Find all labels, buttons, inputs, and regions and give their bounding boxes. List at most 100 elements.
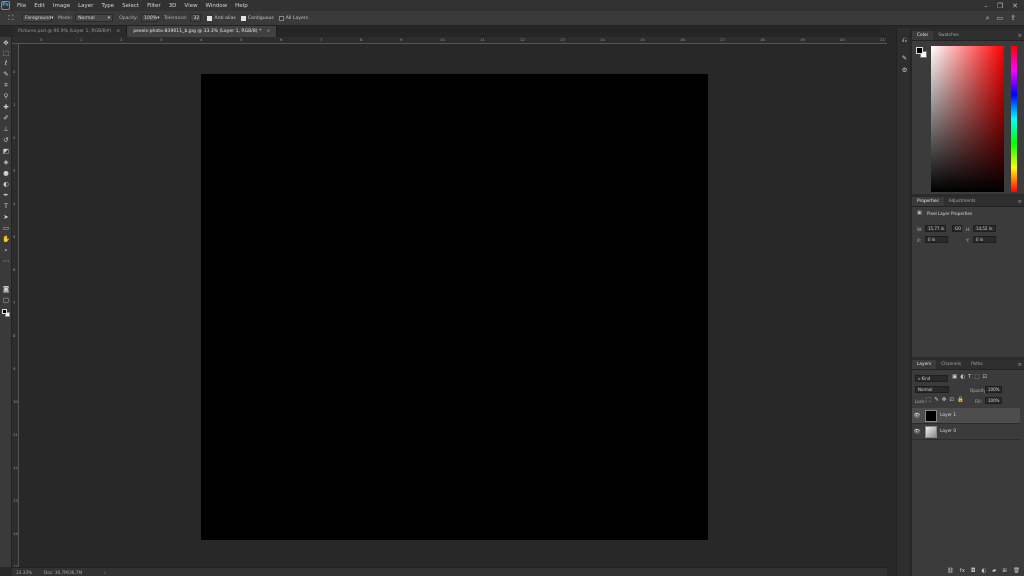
tab-pictures-psd[interactable]: Pictures.psd @ 90.9% (Layer 1, RGB/8#) × xyxy=(12,26,128,37)
layer-row[interactable]: 👁 Layer 0 xyxy=(912,424,1020,440)
tab-color[interactable]: Color xyxy=(912,31,934,40)
panel-menu-icon[interactable]: ≡ xyxy=(1018,199,1022,205)
menu-select[interactable]: Select xyxy=(118,3,143,9)
panel-menu-icon[interactable]: ≡ xyxy=(1018,362,1022,368)
workspace-icon[interactable]: ▭ xyxy=(997,14,1004,23)
height-input[interactable]: 14,52 in xyxy=(973,225,996,232)
new-layer-icon[interactable]: ⊞ xyxy=(1002,568,1007,574)
hand-tool-icon[interactable]: ✋ xyxy=(1,235,11,244)
opacity-input[interactable]: 100% ▾ xyxy=(140,14,159,22)
type-tool-icon[interactable]: T xyxy=(1,202,11,211)
pen-tool-icon[interactable]: ✒ xyxy=(1,191,11,200)
layer-filter-icons[interactable]: ▣◐T⬚⊡ xyxy=(952,374,990,380)
tab-channels[interactable]: Channels xyxy=(936,360,966,369)
tab-layers[interactable]: Layers xyxy=(912,360,937,369)
close-tab-icon[interactable]: × xyxy=(266,29,270,34)
fx-icon[interactable]: fx xyxy=(960,568,965,574)
quick-mask-icon[interactable]: ◙ xyxy=(1,285,11,294)
tab-properties[interactable]: Properties xyxy=(912,197,944,206)
checkbox-checked-icon xyxy=(240,15,246,21)
path-selection-tool-icon[interactable]: ➤ xyxy=(1,213,11,222)
height-label: H: xyxy=(966,227,971,232)
brushes-icon[interactable]: ✎ xyxy=(900,54,909,62)
layer-opacity-input[interactable]: 100% xyxy=(985,386,1002,393)
panel-menu-icon[interactable]: ≡ xyxy=(1018,33,1022,39)
adjust-icon[interactable]: ⚙ xyxy=(900,66,909,74)
zoom-level[interactable]: 33.33% xyxy=(16,570,32,575)
anti-alias-checkbox[interactable]: Anti-alias xyxy=(207,15,236,21)
clone-stamp-tool-icon[interactable]: ⊥ xyxy=(1,125,11,134)
chevron-right-icon[interactable]: › xyxy=(104,570,106,575)
menu-3d[interactable]: 3D xyxy=(165,3,181,9)
foreground-color-swatch[interactable] xyxy=(2,309,7,314)
lock-icons[interactable]: ⬚✎✥⊡🔒 xyxy=(926,397,967,403)
menu-image[interactable]: Image xyxy=(49,3,74,9)
brush-tool-icon[interactable]: ✐ xyxy=(1,114,11,123)
mode-select[interactable]: Normal ▾ xyxy=(75,14,114,22)
all-layers-checkbox[interactable]: All Layers xyxy=(278,15,308,21)
hue-slider[interactable] xyxy=(1011,46,1017,192)
menu-layer[interactable]: Layer xyxy=(74,3,97,9)
paint-bucket-icon[interactable]: ⛶ xyxy=(0,14,22,23)
menu-file[interactable]: File xyxy=(13,3,30,9)
quick-select-tool-icon[interactable]: ✎ xyxy=(1,70,11,79)
tab-paths[interactable]: Paths xyxy=(966,360,988,369)
layer-row[interactable]: 👁 Layer 1 xyxy=(912,408,1020,424)
menu-type[interactable]: Type xyxy=(97,3,118,9)
menu-filter[interactable]: Filter xyxy=(143,3,165,9)
history-brush-tool-icon[interactable]: ↺ xyxy=(1,136,11,145)
screen-mode-icon[interactable]: ▢ xyxy=(1,296,11,305)
share-icon[interactable]: ⇪ xyxy=(1010,14,1016,23)
layer-filter-select[interactable]: ⌕ Kind xyxy=(915,375,948,382)
contiguous-checkbox[interactable]: Contiguous xyxy=(240,15,274,21)
fill-input[interactable]: 100% xyxy=(985,397,1002,404)
close-icon[interactable]: ✕ xyxy=(1012,2,1018,10)
x-input[interactable]: 0 in xyxy=(925,236,948,243)
fill-source-select[interactable]: Foreground ▾ xyxy=(22,14,53,22)
minimize-icon[interactable]: – xyxy=(984,2,988,10)
close-tab-icon[interactable]: × xyxy=(116,29,120,34)
link-button[interactable]: GO xyxy=(952,225,962,232)
ruler-tick-label: 11 xyxy=(480,37,485,42)
dodge-tool-icon[interactable]: ◐ xyxy=(1,180,11,189)
eraser-tool-icon[interactable]: ◩ xyxy=(1,147,11,156)
visibility-eye-icon[interactable]: 👁 xyxy=(912,413,922,419)
ruler-tick-label: 7 xyxy=(13,300,16,305)
color-foreground-swatch[interactable] xyxy=(916,47,923,54)
blend-mode-select[interactable]: Normal xyxy=(915,386,949,393)
ruler-tick-label: 3 xyxy=(160,37,163,42)
blur-tool-icon[interactable]: ● xyxy=(1,169,11,178)
add-mask-icon[interactable]: ◘ xyxy=(971,568,975,574)
tab-pexels-photo[interactable]: pexels-photo-839011_b.jpg @ 33.3% (Layer… xyxy=(127,26,278,37)
menu-help[interactable]: Help xyxy=(231,3,252,9)
more-tools-icon[interactable]: ⋯ xyxy=(1,257,11,266)
crop-tool-icon[interactable]: ⌗ xyxy=(1,81,11,90)
lasso-tool-icon[interactable]: ℓ xyxy=(1,59,11,68)
color-field[interactable] xyxy=(931,46,1004,192)
menu-edit[interactable]: Edit xyxy=(30,3,49,9)
history-icon[interactable]: ⎌ xyxy=(900,36,909,45)
tolerance-input[interactable]: 32 xyxy=(190,14,202,22)
tab-swatches[interactable]: Swatches xyxy=(933,31,964,40)
move-tool-icon[interactable]: ✥ xyxy=(1,39,11,48)
tab-adjustments[interactable]: Adjustments xyxy=(944,197,981,206)
search-icon[interactable]: ⌕ xyxy=(986,14,990,23)
paint-bucket-tool-icon[interactable]: ◈ xyxy=(1,158,11,167)
marquee-tool-icon[interactable]: ⬚ xyxy=(1,49,11,58)
width-input[interactable]: 15,77 in xyxy=(925,225,946,232)
link-layers-icon[interactable]: ⛓ xyxy=(947,568,954,574)
menu-window[interactable]: Window xyxy=(201,3,231,9)
options-bar: ⛶ Foreground ▾ Mode: Normal ▾ Opacity: 100… xyxy=(0,11,1024,26)
y-input[interactable]: 0 in xyxy=(973,236,996,243)
restore-icon[interactable]: ❐ xyxy=(997,2,1003,10)
rectangle-tool-icon[interactable]: ▭ xyxy=(1,224,11,233)
document-canvas[interactable] xyxy=(201,74,708,540)
new-group-icon[interactable]: ▰ xyxy=(992,568,996,574)
visibility-eye-icon[interactable]: 👁 xyxy=(912,429,922,435)
eyedropper-tool-icon[interactable]: ⚲ xyxy=(1,92,11,101)
adjustment-layer-icon[interactable]: ◐ xyxy=(981,568,986,574)
delete-layer-icon[interactable]: 🗑 xyxy=(1013,568,1020,574)
menu-view[interactable]: View xyxy=(180,3,201,9)
healing-brush-tool-icon[interactable]: ✚ xyxy=(1,103,11,112)
zoom-tool-icon[interactable]: ⌕ xyxy=(1,246,11,255)
